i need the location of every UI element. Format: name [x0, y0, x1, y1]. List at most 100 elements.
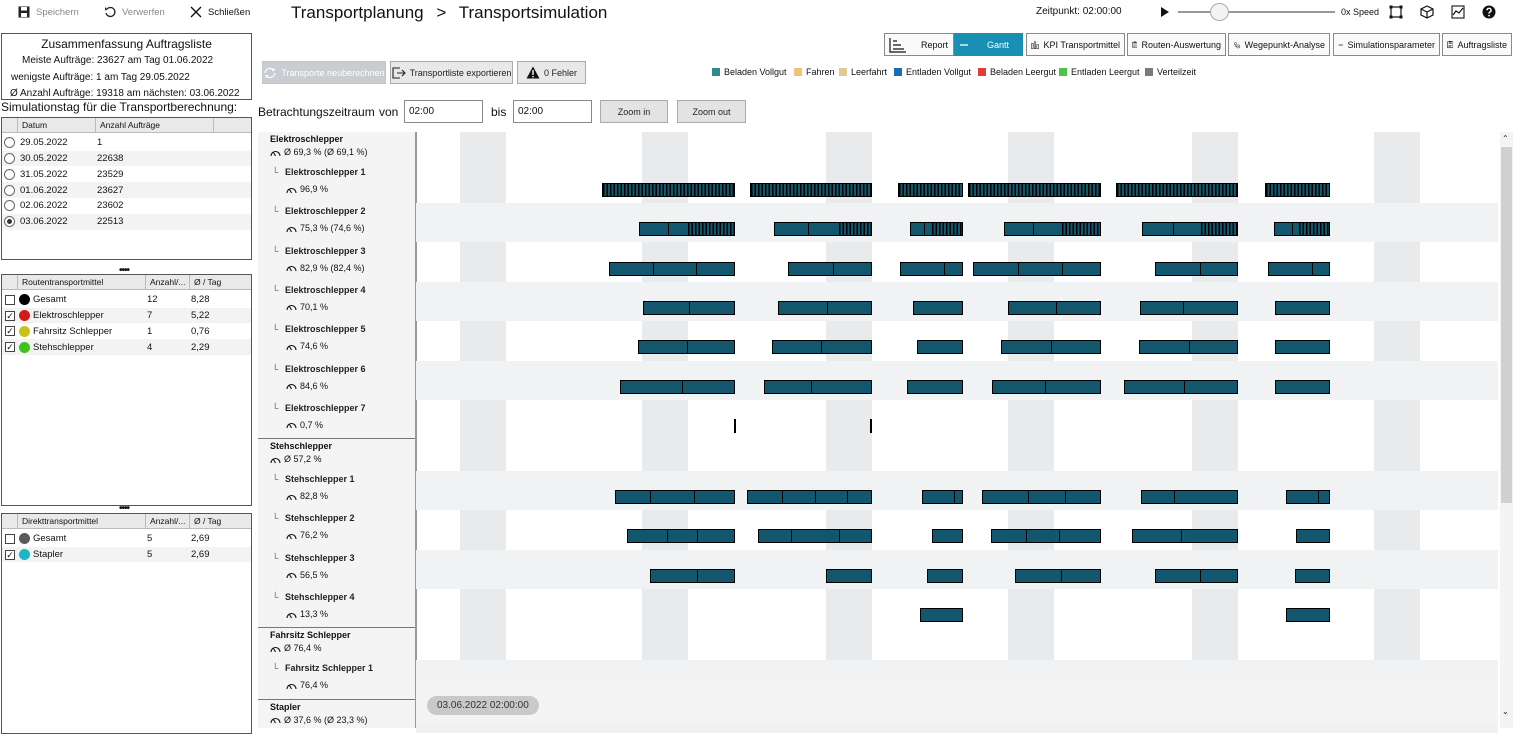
gantt-bar[interactable]	[1286, 608, 1330, 622]
sim-day-radio[interactable]	[4, 184, 15, 196]
gantt-bar[interactable]	[1155, 568, 1238, 583]
gantt-bar[interactable]	[1274, 222, 1330, 237]
sim-day-row[interactable]: 02.06.2022 23602	[2, 198, 251, 214]
route_transport-checkbox[interactable]: ✓	[5, 326, 15, 337]
route_transport-row[interactable]: ✓ Elektroschlepper 7 5,22	[2, 307, 251, 324]
gantt-bar[interactable]	[1015, 568, 1101, 583]
tab-report[interactable]: Report	[884, 33, 954, 56]
gantt-bar[interactable]	[1275, 300, 1330, 315]
sim-day-row[interactable]: 01.06.2022 23627	[2, 182, 251, 198]
gantt-bar[interactable]	[774, 222, 872, 237]
cube-icon[interactable]	[1420, 5, 1434, 19]
scroll-up-icon[interactable]: ⌃	[1502, 134, 1509, 143]
sim-day-row[interactable]: 30.05.2022 22638	[2, 150, 251, 167]
gantt-bar[interactable]	[639, 222, 735, 237]
gantt-bar[interactable]	[982, 490, 1101, 505]
gantt-bar[interactable]	[1275, 379, 1330, 394]
gantt-bar[interactable]	[968, 183, 1101, 197]
sim-day-row[interactable]: 29.05.2022 1	[2, 135, 251, 151]
gantt-bar[interactable]	[991, 529, 1101, 544]
gantt-bar[interactable]	[907, 379, 963, 394]
frame-icon[interactable]	[1389, 5, 1403, 19]
gantt-bar[interactable]	[1296, 529, 1330, 544]
sim-day-row[interactable]: 03.06.2022 22513	[2, 214, 251, 230]
route_transport-checkbox[interactable]	[5, 294, 15, 305]
tab-kpi[interactable]: KPI Transportmittel	[1026, 33, 1125, 56]
gantt-bar[interactable]	[917, 340, 963, 355]
direct_transport-checkbox[interactable]: ✓	[5, 549, 15, 560]
scroll-down-icon[interactable]: ⌄	[1502, 707, 1509, 716]
gantt-bar[interactable]	[650, 568, 735, 583]
gantt-bar[interactable]	[750, 183, 872, 197]
gantt-bar[interactable]	[788, 261, 872, 276]
gantt-bar[interactable]	[920, 608, 963, 622]
gantt-bar[interactable]	[747, 490, 872, 505]
tab-gantt[interactable]: Gantt	[954, 33, 1023, 56]
gantt-bar[interactable]	[602, 183, 735, 197]
gantt-bar[interactable]	[778, 300, 872, 315]
errors-button[interactable]: 0 Fehler	[517, 61, 586, 84]
tab-sim-params[interactable]: Simulationsparameter	[1333, 33, 1440, 56]
gantt-tick-mark[interactable]	[870, 418, 872, 433]
gantt-bar[interactable]	[922, 490, 963, 505]
gantt-bar[interactable]	[898, 183, 963, 197]
gantt-bar[interactable]	[1265, 183, 1330, 197]
gantt-bar[interactable]	[627, 529, 735, 544]
direct_transport-row[interactable]: ✓ Stapler 5 2,69	[2, 546, 251, 563]
chart-icon[interactable]	[1451, 5, 1465, 19]
vertical-scrollbar-thumb[interactable]	[1501, 147, 1512, 503]
gantt-bar[interactable]	[826, 568, 872, 583]
save-button[interactable]: Speichern	[18, 4, 79, 20]
gantt-bar[interactable]	[900, 261, 963, 276]
gantt-bar[interactable]	[973, 261, 1101, 276]
route_transport-checkbox[interactable]: ✓	[5, 310, 15, 321]
direct_transport-row[interactable]: Gesamt 5 2,69	[2, 531, 251, 547]
route_transport-row[interactable]: ✓ Stehschlepper 4 2,29	[2, 339, 251, 355]
gantt-bar[interactable]	[1124, 379, 1238, 394]
gantt-bar[interactable]	[1001, 340, 1101, 355]
sim-day-radio[interactable]	[4, 216, 15, 228]
gantt-bar[interactable]	[1008, 300, 1101, 315]
gantt-bar[interactable]	[1295, 568, 1330, 583]
speed-slider-track[interactable]	[1178, 11, 1335, 13]
to-time-input[interactable]: 02:00	[513, 100, 592, 123]
gantt-bar[interactable]	[1141, 490, 1238, 505]
close-button[interactable]: Schließen	[190, 4, 250, 20]
gantt-bar[interactable]	[1140, 300, 1238, 315]
gantt-bar[interactable]	[638, 340, 735, 355]
gantt-bar[interactable]	[609, 261, 735, 276]
gantt-bar[interactable]	[1142, 222, 1238, 237]
gantt-bar[interactable]	[1155, 261, 1238, 276]
export-button[interactable]: Transportliste exportieren	[390, 61, 513, 84]
gantt-bar[interactable]	[910, 222, 963, 237]
gantt-bar[interactable]	[620, 379, 735, 394]
sim-day-radio[interactable]	[4, 200, 15, 212]
gantt-bar[interactable]	[1286, 490, 1330, 505]
gantt-bar[interactable]	[643, 300, 735, 315]
gantt-bar[interactable]	[1268, 261, 1330, 276]
zoom-out-button[interactable]: Zoom out	[677, 100, 746, 123]
sim-day-row[interactable]: 31.05.2022 23529	[2, 167, 251, 183]
sim-day-radio[interactable]	[4, 168, 15, 180]
gantt-bar[interactable]	[615, 490, 735, 505]
play-icon[interactable]	[1158, 5, 1172, 19]
gantt-bar[interactable]	[1275, 340, 1330, 355]
gantt-bar[interactable]	[1139, 340, 1238, 355]
gantt-bar[interactable]	[1004, 222, 1101, 237]
zoom-in-button[interactable]: Zoom in	[600, 100, 668, 123]
gantt-tick-mark[interactable]	[734, 418, 736, 433]
gantt-chart-area[interactable]	[416, 132, 1498, 680]
sim-day-radio[interactable]	[4, 137, 15, 149]
discard-button[interactable]: Verwerfen	[104, 4, 165, 20]
gantt-bar[interactable]	[932, 529, 963, 544]
gantt-bar[interactable]	[772, 340, 872, 355]
help-icon[interactable]	[1482, 5, 1496, 19]
tab-orders[interactable]: Auftragsliste	[1442, 33, 1512, 56]
recalc-button[interactable]: Transporte neuberechnen	[262, 61, 386, 84]
sim-day-radio[interactable]	[4, 153, 15, 165]
tab-routes[interactable]: Routen-Auswertung	[1127, 33, 1226, 56]
speed-slider-thumb[interactable]	[1209, 3, 1229, 21]
gantt-bar[interactable]	[927, 568, 963, 583]
gantt-bar[interactable]	[764, 379, 872, 394]
from-time-input[interactable]: 02:00	[404, 100, 483, 123]
